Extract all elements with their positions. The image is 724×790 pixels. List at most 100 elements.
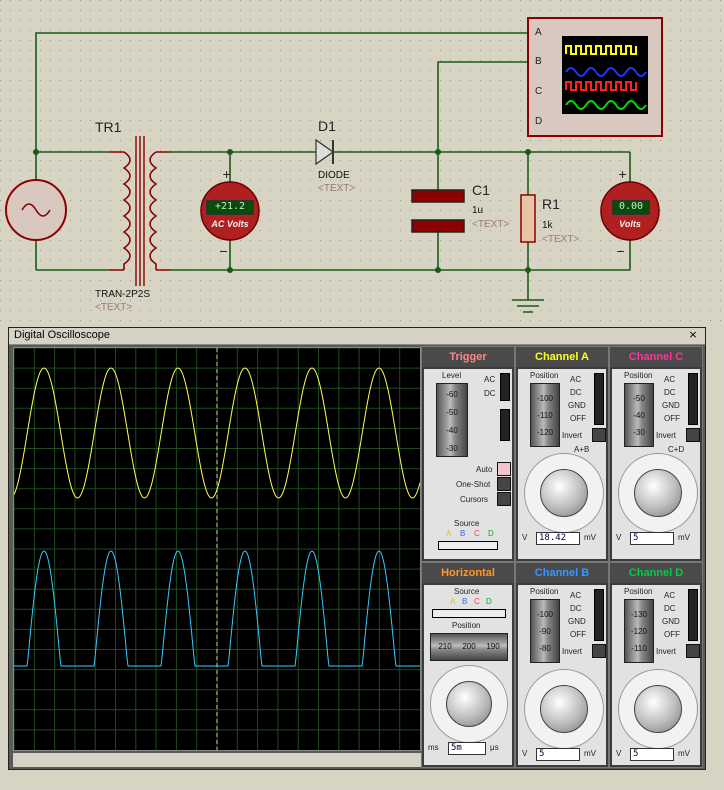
h-src-a: A (450, 597, 456, 606)
channel-b-unit-v: V (522, 749, 528, 758)
channel-d-mode-ac: AC (664, 591, 676, 600)
r1-text: <TEXT> (542, 234, 580, 245)
channel-b-mode-dc: DC (570, 604, 582, 613)
scope-display (13, 347, 421, 751)
h-src-b: B (462, 597, 468, 606)
horizontal-panel: Horizontal Source A B C D Position 210 2… (421, 562, 515, 768)
one-shot-button[interactable] (497, 477, 511, 491)
channel-a-invert-button[interactable] (592, 428, 606, 442)
channel-d-invert-label: Invert (656, 647, 677, 656)
channel-b-mode-switch[interactable] (594, 589, 604, 641)
ac-meter-reading: +21.2 (206, 200, 254, 215)
resistor-r1[interactable] (520, 194, 536, 243)
dc-meter-reading: 0.00 (612, 200, 650, 215)
channel-d-invert-button[interactable] (686, 644, 700, 658)
h-position-drum[interactable]: 210 200 190 (430, 633, 508, 661)
trigger-source-slider[interactable] (438, 541, 498, 550)
oscilloscope-window[interactable]: Digital Oscilloscope × Trigger Level -60… (8, 327, 706, 770)
scope-symbol[interactable] (527, 17, 663, 137)
channel-c-mode-dc: DC (664, 388, 676, 397)
channel-d-position-label: Position (624, 587, 653, 596)
channel-b-unit-mv: mV (584, 749, 596, 758)
trigger-title: Trigger (422, 347, 514, 367)
channel-c-sum-label: C+D (668, 445, 685, 454)
channel-b-invert-label: Invert (562, 647, 583, 656)
channel-b-title: Channel B (516, 563, 608, 583)
d1-part: DIODE (318, 170, 350, 181)
channel-d-volts-value: 5 (630, 748, 674, 761)
channel-b-invert-button[interactable] (592, 644, 606, 658)
channel-b-position-label: Position (530, 587, 559, 596)
cursors-button[interactable] (497, 492, 511, 506)
ac-source[interactable] (5, 179, 67, 241)
channel-c-position-drum[interactable]: -50 -40 -30 (624, 383, 654, 447)
scope-pin-b: B (535, 56, 542, 67)
channel-c-volts-knob[interactable] (634, 469, 682, 517)
channel-a-sum-label: A+B (574, 445, 590, 454)
coupling-ac: AC (484, 375, 496, 384)
tr1-part: TRAN-2P2S (95, 289, 151, 300)
channel-c-invert-button[interactable] (686, 428, 700, 442)
tr1-text: <TEXT> (95, 302, 133, 313)
channel-a-volts-knob[interactable] (540, 469, 588, 517)
channel-c-mode-ac: AC (664, 375, 676, 384)
c1-text: <TEXT> (472, 219, 510, 230)
src-b: B (460, 529, 466, 538)
c1-ref: C1 (472, 182, 490, 198)
r1-value: 1k (542, 220, 553, 231)
h-source-label: Source (454, 587, 480, 596)
coupling-dc: DC (484, 389, 496, 398)
src-c: C (474, 529, 480, 538)
channel-a-unit-mv: mV (584, 533, 596, 542)
oscilloscope-titlebar[interactable]: Digital Oscilloscope × (9, 328, 705, 345)
trigger-edge-switch[interactable] (500, 409, 510, 441)
channel-d-mode-gnd: GND (662, 617, 680, 626)
auto-button[interactable] (497, 462, 511, 476)
channel-b-mode-off: OFF (570, 630, 586, 639)
horizontal-scrollbar[interactable] (13, 753, 421, 767)
h-src-c: C (474, 597, 480, 606)
tr1-ref: TR1 (95, 119, 122, 135)
channel-d-title: Channel D (610, 563, 702, 583)
svg-text:+: + (222, 168, 231, 181)
channel-b-position-drum[interactable]: -100 -90 -80 (530, 599, 560, 663)
svg-text:−: − (219, 245, 228, 258)
channel-c-title: Channel C (610, 347, 702, 367)
channel-a-position-drum[interactable]: -100 -110 -120 (530, 383, 560, 447)
channel-d-unit-mv: mV (678, 749, 690, 758)
r1-ref: R1 (542, 196, 560, 212)
src-a: A (446, 529, 452, 538)
scope-pin-d: D (535, 116, 543, 127)
schematic-canvas[interactable]: + − + − (0, 0, 724, 326)
channel-d-unit-v: V (616, 749, 622, 758)
channel-d-panel: Channel D Position -130 -120 -110 AC DC … (609, 562, 703, 768)
channel-a-mode-ac: AC (570, 375, 582, 384)
trigger-level-drum[interactable]: -60 -50 -40 -30 (436, 383, 468, 457)
trigger-coupling-switch[interactable] (500, 373, 510, 401)
channel-d-volts-knob[interactable] (634, 685, 682, 733)
channel-c-mode-switch[interactable] (688, 373, 698, 425)
channel-d-mode-switch[interactable] (688, 589, 698, 641)
channel-b-panel: Channel B Position -100 -90 -80 AC DC GN… (515, 562, 609, 768)
channel-b-volts-knob[interactable] (540, 685, 588, 733)
channel-d-position-drum[interactable]: -130 -120 -110 (624, 599, 654, 663)
dc-meter-name: Volts (619, 219, 641, 229)
channel-a-panel: Channel A Position -100 -110 -120 AC DC … (515, 346, 609, 562)
source-label: Source (454, 519, 480, 528)
h-unit-us: μs (490, 743, 499, 752)
channel-a-mode-switch[interactable] (594, 373, 604, 425)
channel-c-panel: Channel C Position -50 -40 -30 AC DC GND… (609, 346, 703, 562)
close-button[interactable]: × (687, 329, 699, 341)
channel-c-unit-mv: mV (678, 533, 690, 542)
channel-a-mode-dc: DC (570, 388, 582, 397)
timebase-knob[interactable] (446, 681, 492, 727)
ac-meter-name: AC Volts (211, 219, 249, 229)
h-source-slider[interactable] (432, 609, 506, 618)
d1-ref: D1 (318, 118, 336, 134)
channel-a-unit-v: V (522, 533, 528, 542)
oscilloscope-title: Digital Oscilloscope (14, 329, 110, 341)
channel-a-mode-off: OFF (570, 414, 586, 423)
svg-text:+: + (618, 168, 627, 181)
timebase-value: 5m (448, 742, 486, 755)
channel-b-mode-ac: AC (570, 591, 582, 600)
